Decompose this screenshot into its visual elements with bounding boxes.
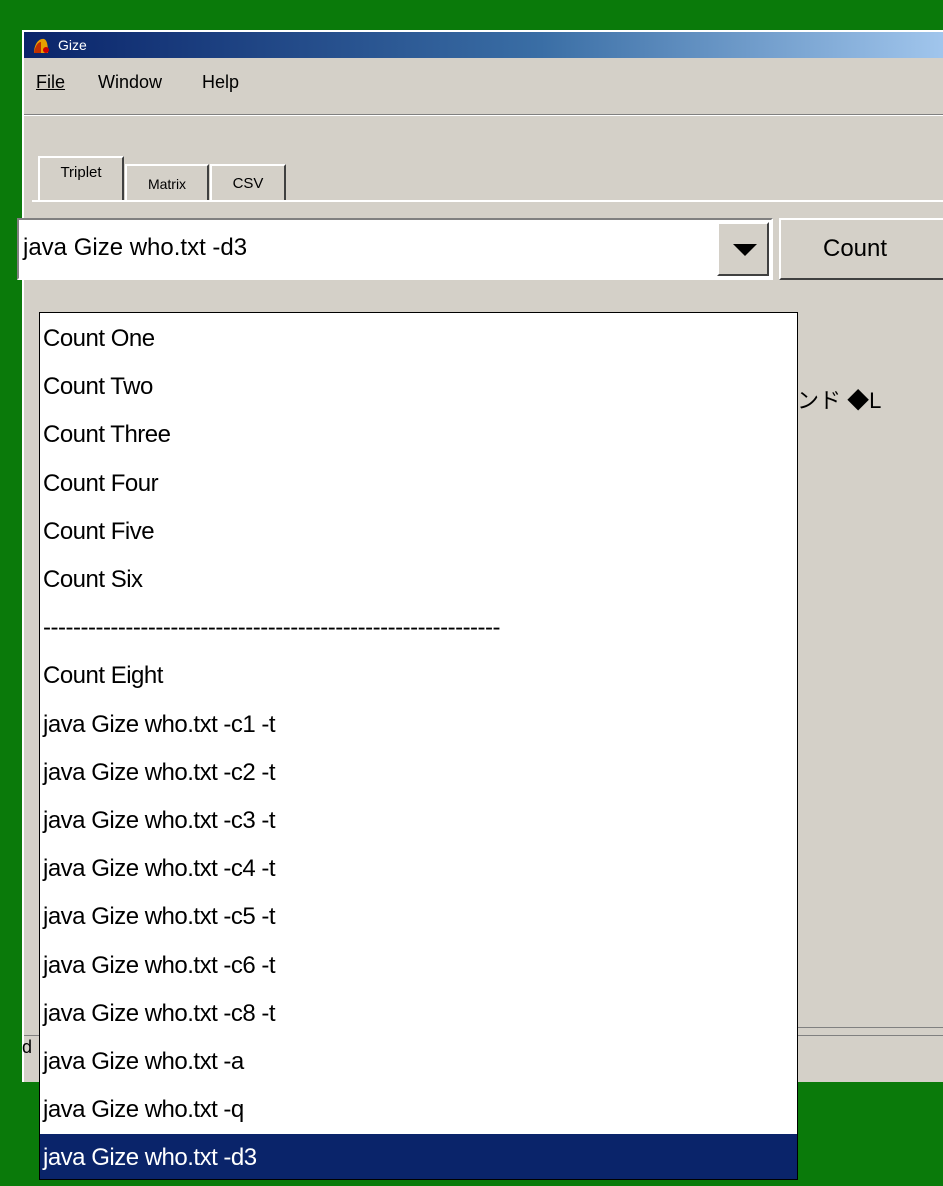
tab-panel-border — [32, 200, 943, 202]
dropdown-item[interactable]: java Gize who.txt -c1 -t — [40, 701, 797, 748]
dropdown-item[interactable]: Count Eight — [40, 652, 797, 699]
combo-selected-value: java Gize who.txt -d3 — [23, 234, 248, 261]
menu-window[interactable]: Window — [98, 72, 162, 93]
menu-bar: File Window Help — [24, 62, 943, 92]
dropdown-item[interactable]: java Gize who.txt -c4 -t — [40, 845, 797, 892]
menu-file[interactable]: File — [36, 72, 65, 93]
dropdown-item[interactable]: Count Four — [40, 460, 797, 507]
dropdown-item[interactable]: java Gize who.txt -c6 -t — [40, 942, 797, 989]
dropdown-item[interactable]: java Gize who.txt -c2 -t — [40, 749, 797, 796]
dropdown-item[interactable]: ----------------------------------------… — [40, 604, 797, 651]
combo-dropdown-button[interactable] — [717, 222, 769, 276]
window-title: Gize — [58, 37, 87, 53]
gize-app-icon — [34, 38, 49, 53]
menu-help[interactable]: Help — [202, 72, 239, 93]
tab-csv[interactable]: CSV — [210, 164, 286, 200]
dropdown-item[interactable]: java Gize who.txt -q — [40, 1086, 797, 1133]
dropdown-item[interactable]: java Gize who.txt -c5 -t — [40, 893, 797, 940]
tab-matrix[interactable]: Matrix — [125, 164, 209, 200]
command-dropdown-list[interactable]: Count One Count Two Count Three Count Four C… — [39, 312, 798, 1180]
dropdown-item[interactable]: Count Six — [40, 556, 797, 603]
dropdown-item[interactable]: java Gize who.txt -a — [40, 1038, 797, 1085]
dropdown-item[interactable]: java Gize who.txt -d3 — [40, 1134, 797, 1179]
dropdown-item[interactable]: java Gize who.txt -c3 -t — [40, 797, 797, 844]
dropdown-item[interactable]: Count Three — [40, 411, 797, 458]
dropdown-item[interactable]: Count Five — [40, 508, 797, 555]
dropdown-item[interactable]: java Gize who.txt -c8 -t — [40, 990, 797, 1037]
chevron-down-icon — [733, 244, 757, 256]
dropdown-item[interactable]: Count One — [40, 315, 797, 362]
tab-triplet[interactable]: Triplet — [38, 156, 124, 202]
count-button[interactable]: Count — [779, 218, 943, 280]
title-bar[interactable]: Gize — [24, 32, 943, 58]
status-text: d — [22, 1037, 33, 1057]
dropdown-item[interactable]: Count Two — [40, 363, 797, 410]
command-combo-box[interactable]: java Gize who.txt -d3 — [17, 218, 773, 280]
menu-separator — [24, 114, 943, 116]
